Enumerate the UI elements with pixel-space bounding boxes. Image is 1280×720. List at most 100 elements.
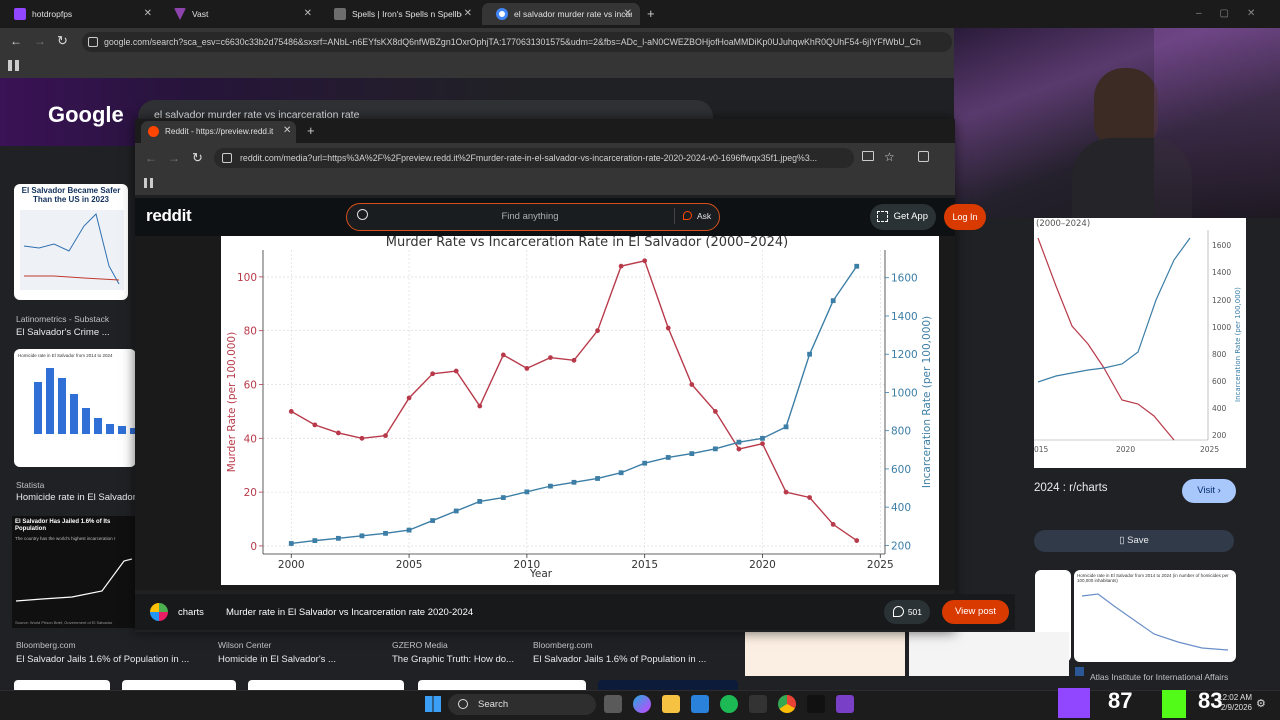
settings-icon[interactable]: ⚙ [1256,697,1266,710]
subreddit-avatar[interactable] [150,603,168,621]
result-title[interactable]: Homicide rate in El Salvador [16,487,138,505]
result-thumb-partial[interactable] [598,680,738,690]
taskbar-search[interactable]: Search [448,694,596,715]
twitch-icon [1058,688,1090,718]
result-thumb-partial[interactable] [122,680,236,690]
result-thumb-partial[interactable] [418,680,586,690]
x-tick-label: 2005 [396,559,423,571]
result-caption[interactable]: Bloomberg.com El Salvador Jails 1.6% of … [16,640,189,665]
store-icon[interactable] [691,695,709,713]
murder-rate-point [359,435,365,441]
app-icon[interactable] [807,695,825,713]
reload-icon[interactable]: ↻ [192,150,203,166]
tab-hotdropfps[interactable]: hotdropfps ✕ [0,3,160,25]
search-placeholder: Find anything [501,211,559,222]
related-thumb-atlas[interactable]: Homicide rate in El Salvador from 2014 t… [1074,570,1236,662]
result-caption[interactable]: Bloomberg.com El Salvador Jails 1.6% of … [533,640,706,665]
extensions-icon[interactable] [918,151,929,162]
incarceration-rate-point [477,499,483,504]
murder-rate-point [477,403,483,409]
result-thumb-bloomberg[interactable]: El Salvador Has Jailed 1.6% of Its Popul… [12,516,136,628]
incarceration-rate-point [312,538,318,544]
incarceration-rate-point [595,476,600,481]
y-right-tick-label: 200 [891,540,911,552]
back-icon[interactable]: ← [10,34,22,48]
y-right-tick-label: 1400 [891,311,918,323]
comments-button[interactable]: 501 [884,600,930,624]
copilot-icon[interactable] [633,695,651,713]
view-post-button[interactable]: View post [942,600,1009,624]
webcam-overlay [954,28,1280,218]
new-tab-button[interactable]: + [647,6,655,21]
y-right-tick-label: 1000 [891,387,918,399]
incarceration-rate-point [571,479,577,485]
apps-icon[interactable] [8,60,19,71]
site-info-icon[interactable] [88,37,98,47]
file-explorer-icon[interactable] [662,695,680,713]
url-text: reddit.com/media?url=https%3A%2F%2Fprevi… [240,153,818,163]
y-tick: 600 [1212,377,1227,386]
result-thumb-latinometrics[interactable]: El Salvador Became Safer Than the US in … [14,184,128,300]
app-icon[interactable] [836,695,854,713]
ask-button[interactable]: Ask [697,211,711,221]
close-icon[interactable]: ✕ [464,8,472,19]
y-tick: 1400 [1212,268,1231,277]
open-in-window-icon[interactable] [862,151,874,161]
save-button[interactable]: ▯ Save [1034,530,1234,552]
murder-rate-point [312,422,318,428]
windows-start-icon[interactable] [425,696,441,712]
reddit-icon [148,126,159,137]
close-icon[interactable]: ✕ [283,125,291,136]
result-thumb-partial[interactable] [14,680,110,690]
y-left-tick-label: 0 [250,541,257,553]
result-title[interactable]: El Salvador's Crime ... [16,322,132,340]
site-info-icon[interactable] [222,153,232,163]
y-right-tick-label: 600 [891,464,911,476]
thumb-title: El Salvador Has Jailed 1.6% of Its Popul… [15,519,111,532]
task-view-icon[interactable] [604,695,622,713]
google-logo[interactable]: Google [48,102,124,128]
close-icon[interactable]: ✕ [304,8,312,19]
popup-tab-reddit[interactable]: Reddit - https://preview.redd.it [141,121,296,143]
outer-url-bar[interactable]: google.com/search?sca_esv=c6630c33b2d754… [82,32,952,52]
result-thumb-partial[interactable] [248,680,404,690]
forward-icon[interactable]: → [34,34,46,48]
new-tab-button[interactable]: + [307,123,315,138]
tab-spells[interactable]: Spells | Iron's Spells n Spellbook ✕ [320,3,480,25]
thumb-title: Homicide rate in El Salvador from 2014 t… [1077,573,1229,583]
spotify-icon[interactable] [720,695,738,713]
result-caption[interactable]: Wilson Center Homicide in El Salvador's … [218,640,336,665]
login-button[interactable]: Log In [944,204,986,230]
reddit-logo[interactable]: reddit [146,206,192,226]
kick-icon [1162,690,1186,718]
preview-post-title[interactable]: 2024 : r/charts [1034,482,1108,494]
incarceration-rate-point [618,470,624,476]
tab-vast[interactable]: Vast ✕ [160,3,320,25]
back-icon[interactable]: ← [145,151,157,165]
star-icon[interactable]: ☆ [884,150,895,164]
y-left-tick-label: 80 [244,326,257,338]
search-icon [458,699,468,709]
subreddit-name[interactable]: charts [178,607,204,618]
apps-icon[interactable] [144,178,154,188]
system-clock[interactable]: 12:02 AM 2/9/2026 [1200,693,1252,713]
hud-app-icon[interactable] [749,695,767,713]
window-controls[interactable]: –▢✕ [1196,8,1273,19]
close-icon[interactable]: ✕ [624,8,632,19]
preview-panel-image[interactable]: (2000–2024) 015 2020 2025 1600 1400 1200… [1034,218,1246,468]
thumb-mini-chart [20,210,124,290]
result-thumb-statista[interactable]: Homicide rate in El Salvador from 2014 t… [14,349,136,467]
ask-icon [683,211,692,220]
post-title[interactable]: Murder rate in El Salvador vs Incarcerat… [226,607,473,618]
reload-icon[interactable]: ↻ [57,33,68,49]
forward-icon[interactable]: → [168,151,180,165]
result-caption[interactable]: GZERO Media The Graphic Truth: How do... [392,640,514,665]
y-right-tick-label: 1600 [891,273,918,285]
popup-url-bar[interactable]: reddit.com/media?url=https%3A%2F%2Fprevi… [214,148,854,168]
chrome-icon[interactable] [778,695,796,713]
tab-google-search[interactable]: el salvador murder rate vs incar ✕ [482,3,640,25]
close-icon[interactable]: ✕ [144,8,152,19]
result-thumb-partial[interactable] [909,632,1069,676]
visit-button[interactable]: Visit › [1182,479,1236,503]
result-thumb-partial[interactable] [745,632,905,676]
